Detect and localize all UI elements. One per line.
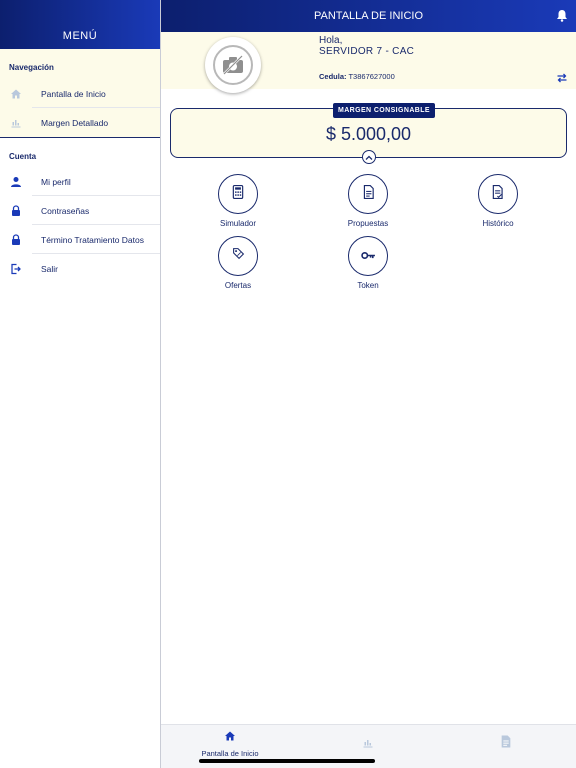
sidebar-item-contrasenas[interactable]: Contraseñas (0, 196, 160, 225)
cedula-value: T3867627000 (348, 72, 395, 81)
historico-button[interactable]: Histórico (458, 174, 538, 228)
lock-icon (10, 233, 22, 246)
simulador-button[interactable]: Simulador (198, 174, 278, 228)
document-check-icon (492, 184, 504, 204)
ofertas-circle[interactable] (218, 236, 258, 276)
margin-card: MARGEN CONSIGNABLE $ 5.000,00 (170, 103, 567, 164)
simulador-circle[interactable] (218, 174, 258, 214)
document-icon (500, 735, 512, 752)
no-photo-icon (213, 45, 253, 85)
token-button[interactable]: Token (328, 236, 408, 290)
bar-chart-icon (362, 736, 374, 753)
tab-margen[interactable] (328, 736, 408, 754)
sidebar-item-label: Contraseñas (41, 205, 90, 216)
home-icon (224, 729, 236, 746)
tab-pantalla-de-inicio[interactable]: Pantalla de Inicio (190, 729, 270, 758)
propuestas-label: Propuestas (347, 219, 389, 228)
token-circle[interactable] (348, 236, 388, 276)
user-icon (10, 176, 22, 188)
cedula-label: Cedula: (319, 72, 347, 81)
avatar[interactable] (205, 37, 261, 93)
cedula-line: Cedula: T3867627000 (319, 72, 395, 81)
swap-arrows-icon[interactable] (556, 70, 568, 88)
sidebar-item-label: Margen Detallado (41, 117, 109, 128)
sidebar-item-margen-detallado[interactable]: Margen Detallado (0, 108, 160, 137)
sidebar-item-salir[interactable]: Salir (0, 254, 160, 283)
top-bar: PANTALLA DE INICIO (161, 0, 576, 32)
logout-icon (10, 263, 22, 275)
document-icon (363, 184, 374, 204)
sidebar-item-termino-tratamiento-datos[interactable]: Término Tratamiento Datos (0, 225, 160, 254)
ofertas-button[interactable]: Ofertas (198, 236, 278, 290)
profile-card: Hola, SERVIDOR 7 - CAC Cedula: T38676270… (161, 32, 576, 93)
sidebar: MENÚ Navegación Pantalla de Inicio Marge… (0, 0, 161, 768)
propuestas-circle[interactable] (348, 174, 388, 214)
key-icon (360, 247, 376, 265)
lock-icon (10, 204, 22, 217)
sidebar-item-home[interactable]: Pantalla de Inicio (0, 79, 160, 108)
sidebar-item-mi-perfil[interactable]: Mi perfil (0, 167, 160, 196)
navigation-section-title: Navegación (9, 63, 54, 72)
user-name: SERVIDOR 7 - CAC (319, 46, 415, 57)
account-section-title: Cuenta (9, 152, 37, 161)
sidebar-title: MENÚ (62, 30, 98, 42)
chevron-up-icon (365, 148, 373, 166)
account-section: Cuenta Mi perfil Contraseñas Término Tra… (0, 138, 160, 283)
propuestas-button[interactable]: Propuestas (328, 174, 408, 228)
bottom-tab-bar: Pantalla de Inicio (161, 724, 576, 768)
tag-icon (232, 247, 245, 265)
page-title: PANTALLA DE INICIO (313, 10, 423, 22)
home-icon (10, 88, 22, 100)
margin-amount: $ 5.000,00 (325, 124, 412, 144)
main-content: PANTALLA DE INICIO Hola, SERVIDOR 7 - CA… (161, 0, 576, 768)
home-indicator (199, 759, 375, 763)
calculator-icon (232, 184, 244, 204)
simulador-label: Simulador (219, 219, 256, 228)
bell-icon[interactable] (556, 9, 568, 25)
greeting-text: Hola, (319, 35, 343, 46)
sidebar-item-label: Salir (41, 263, 59, 274)
sidebar-item-label: Término Tratamiento Datos (41, 234, 144, 245)
sidebar-item-label: Pantalla de Inicio (41, 88, 106, 99)
sidebar-header: MENÚ (0, 0, 160, 49)
collapse-button[interactable] (362, 150, 376, 164)
historico-label: Histórico (482, 219, 514, 228)
tab-label: Pantalla de Inicio (201, 749, 259, 758)
navigation-section: Navegación Pantalla de Inicio Margen Det… (0, 49, 160, 138)
margin-label: MARGEN CONSIGNABLE (333, 103, 435, 118)
bar-chart-icon (10, 117, 22, 129)
historico-circle[interactable] (478, 174, 518, 214)
token-label: Token (357, 281, 379, 290)
tab-documentos[interactable] (466, 735, 546, 753)
ofertas-label: Ofertas (224, 281, 252, 290)
sidebar-item-label: Mi perfil (41, 176, 71, 187)
